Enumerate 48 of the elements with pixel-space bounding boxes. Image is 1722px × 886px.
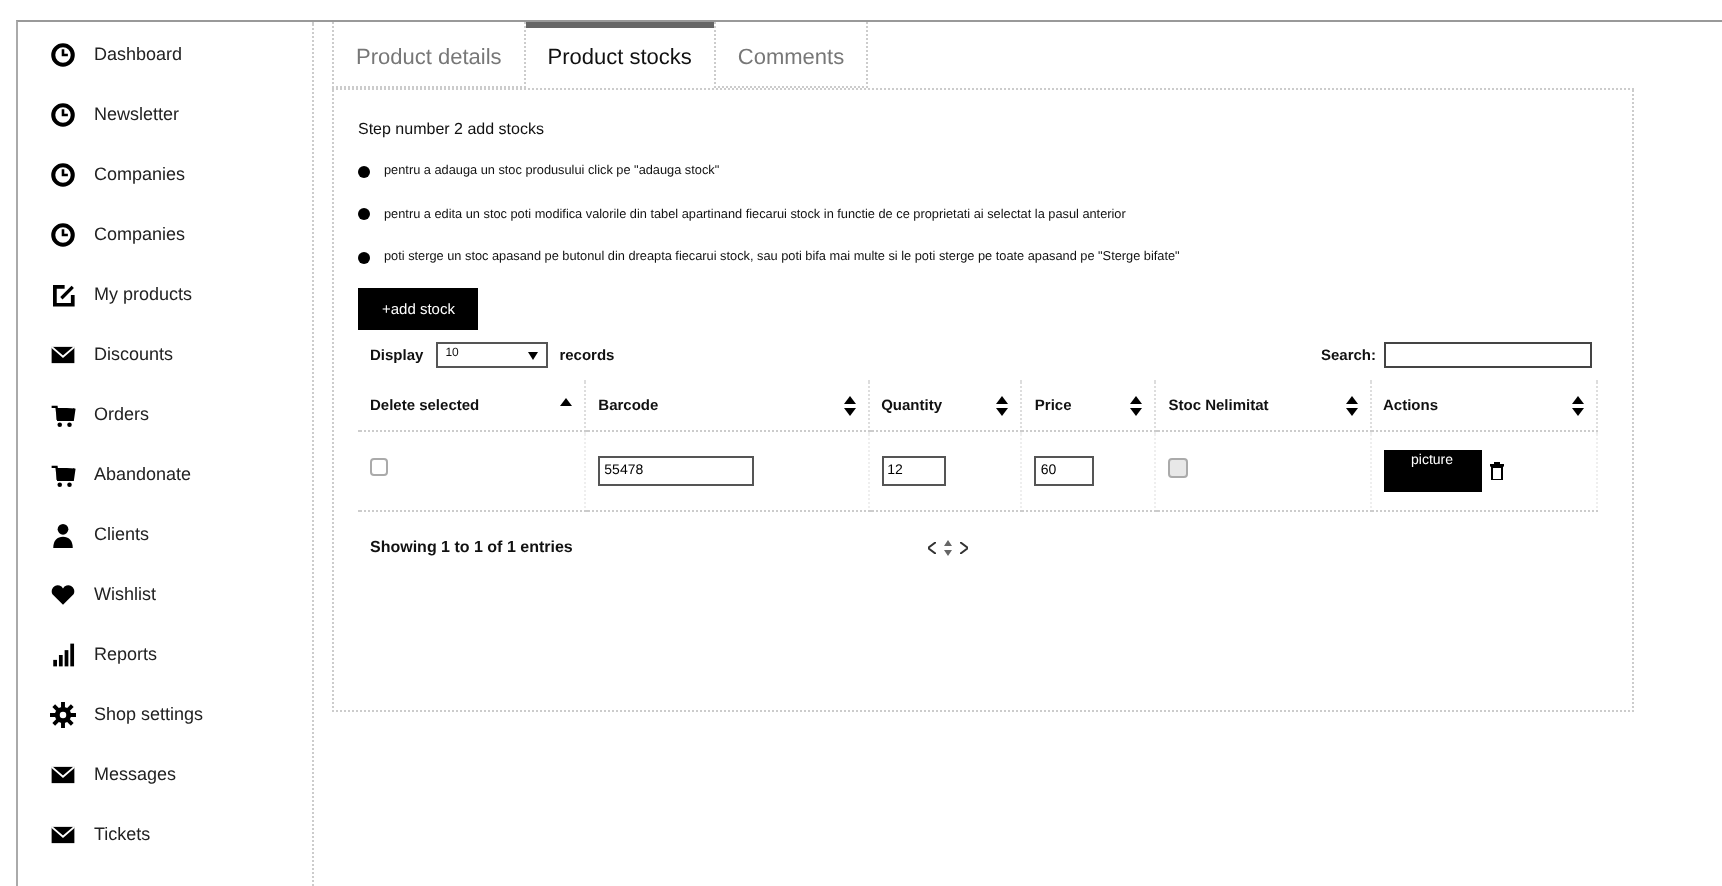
sidebar-item[interactable]: Wishlist — [50, 578, 312, 612]
search-field[interactable] — [1384, 342, 1592, 369]
envelope-icon — [50, 342, 76, 368]
entries-info: Showing 1 to 1 of 1 entries — [370, 535, 573, 560]
bullet-icon — [358, 208, 370, 221]
bar-chart-icon — [50, 642, 76, 668]
sidebar-item[interactable]: Reports — [50, 638, 312, 672]
caret-icon — [527, 351, 538, 360]
clock-icon — [50, 162, 76, 188]
trash-icon[interactable] — [1489, 462, 1504, 481]
user-icon — [50, 522, 76, 548]
cart-icon — [50, 462, 76, 488]
sidebar-item[interactable]: My products — [50, 278, 312, 312]
previous-page-icon[interactable] — [928, 541, 937, 554]
envelope-icon — [50, 822, 76, 848]
tab[interactable]: Comments — [713, 22, 869, 88]
bullet-icon — [358, 165, 370, 178]
heart-icon — [50, 582, 76, 608]
sidebar-item[interactable]: Dashboard — [50, 38, 312, 72]
step-title: Step number 2 add stocks — [358, 118, 546, 142]
sidebar-item[interactable]: Discounts — [50, 338, 312, 372]
clock-icon — [50, 102, 76, 128]
sidebar-item[interactable]: Shop settings — [50, 698, 312, 732]
unlimited-checkbox[interactable] — [1168, 457, 1189, 478]
clock-icon — [50, 222, 76, 248]
tab[interactable]: Product details — [332, 22, 526, 88]
bullet-icon — [358, 252, 370, 265]
envelope-icon — [50, 762, 76, 788]
gear-icon — [50, 702, 76, 728]
cart-icon — [50, 402, 76, 428]
sidebar-item[interactable]: Orders — [50, 398, 312, 432]
sort-icon[interactable] — [1345, 395, 1357, 416]
sidebar-item[interactable]: Companies — [50, 218, 312, 252]
row-checkbox[interactable] — [370, 458, 388, 477]
next-page-icon[interactable] — [960, 541, 969, 554]
sort-icon[interactable] — [1130, 395, 1143, 416]
sidebar-item[interactable]: Abandonate — [50, 458, 312, 492]
sort-icon[interactable] — [996, 395, 1009, 416]
sort-icon[interactable] — [1572, 395, 1584, 416]
page-indicator-icon[interactable] — [944, 537, 953, 558]
sidebar-item[interactable]: Messages — [50, 758, 312, 792]
sort-icon[interactable] — [843, 395, 856, 416]
edit-icon — [50, 282, 76, 308]
sidebar-item[interactable]: Tickets — [50, 818, 312, 852]
sidebar-item[interactable]: Newsletter — [50, 98, 312, 132]
sidebar-item[interactable]: Companies — [50, 158, 312, 192]
clock-icon — [50, 42, 76, 68]
sidebar-item[interactable]: Clients — [50, 518, 312, 552]
